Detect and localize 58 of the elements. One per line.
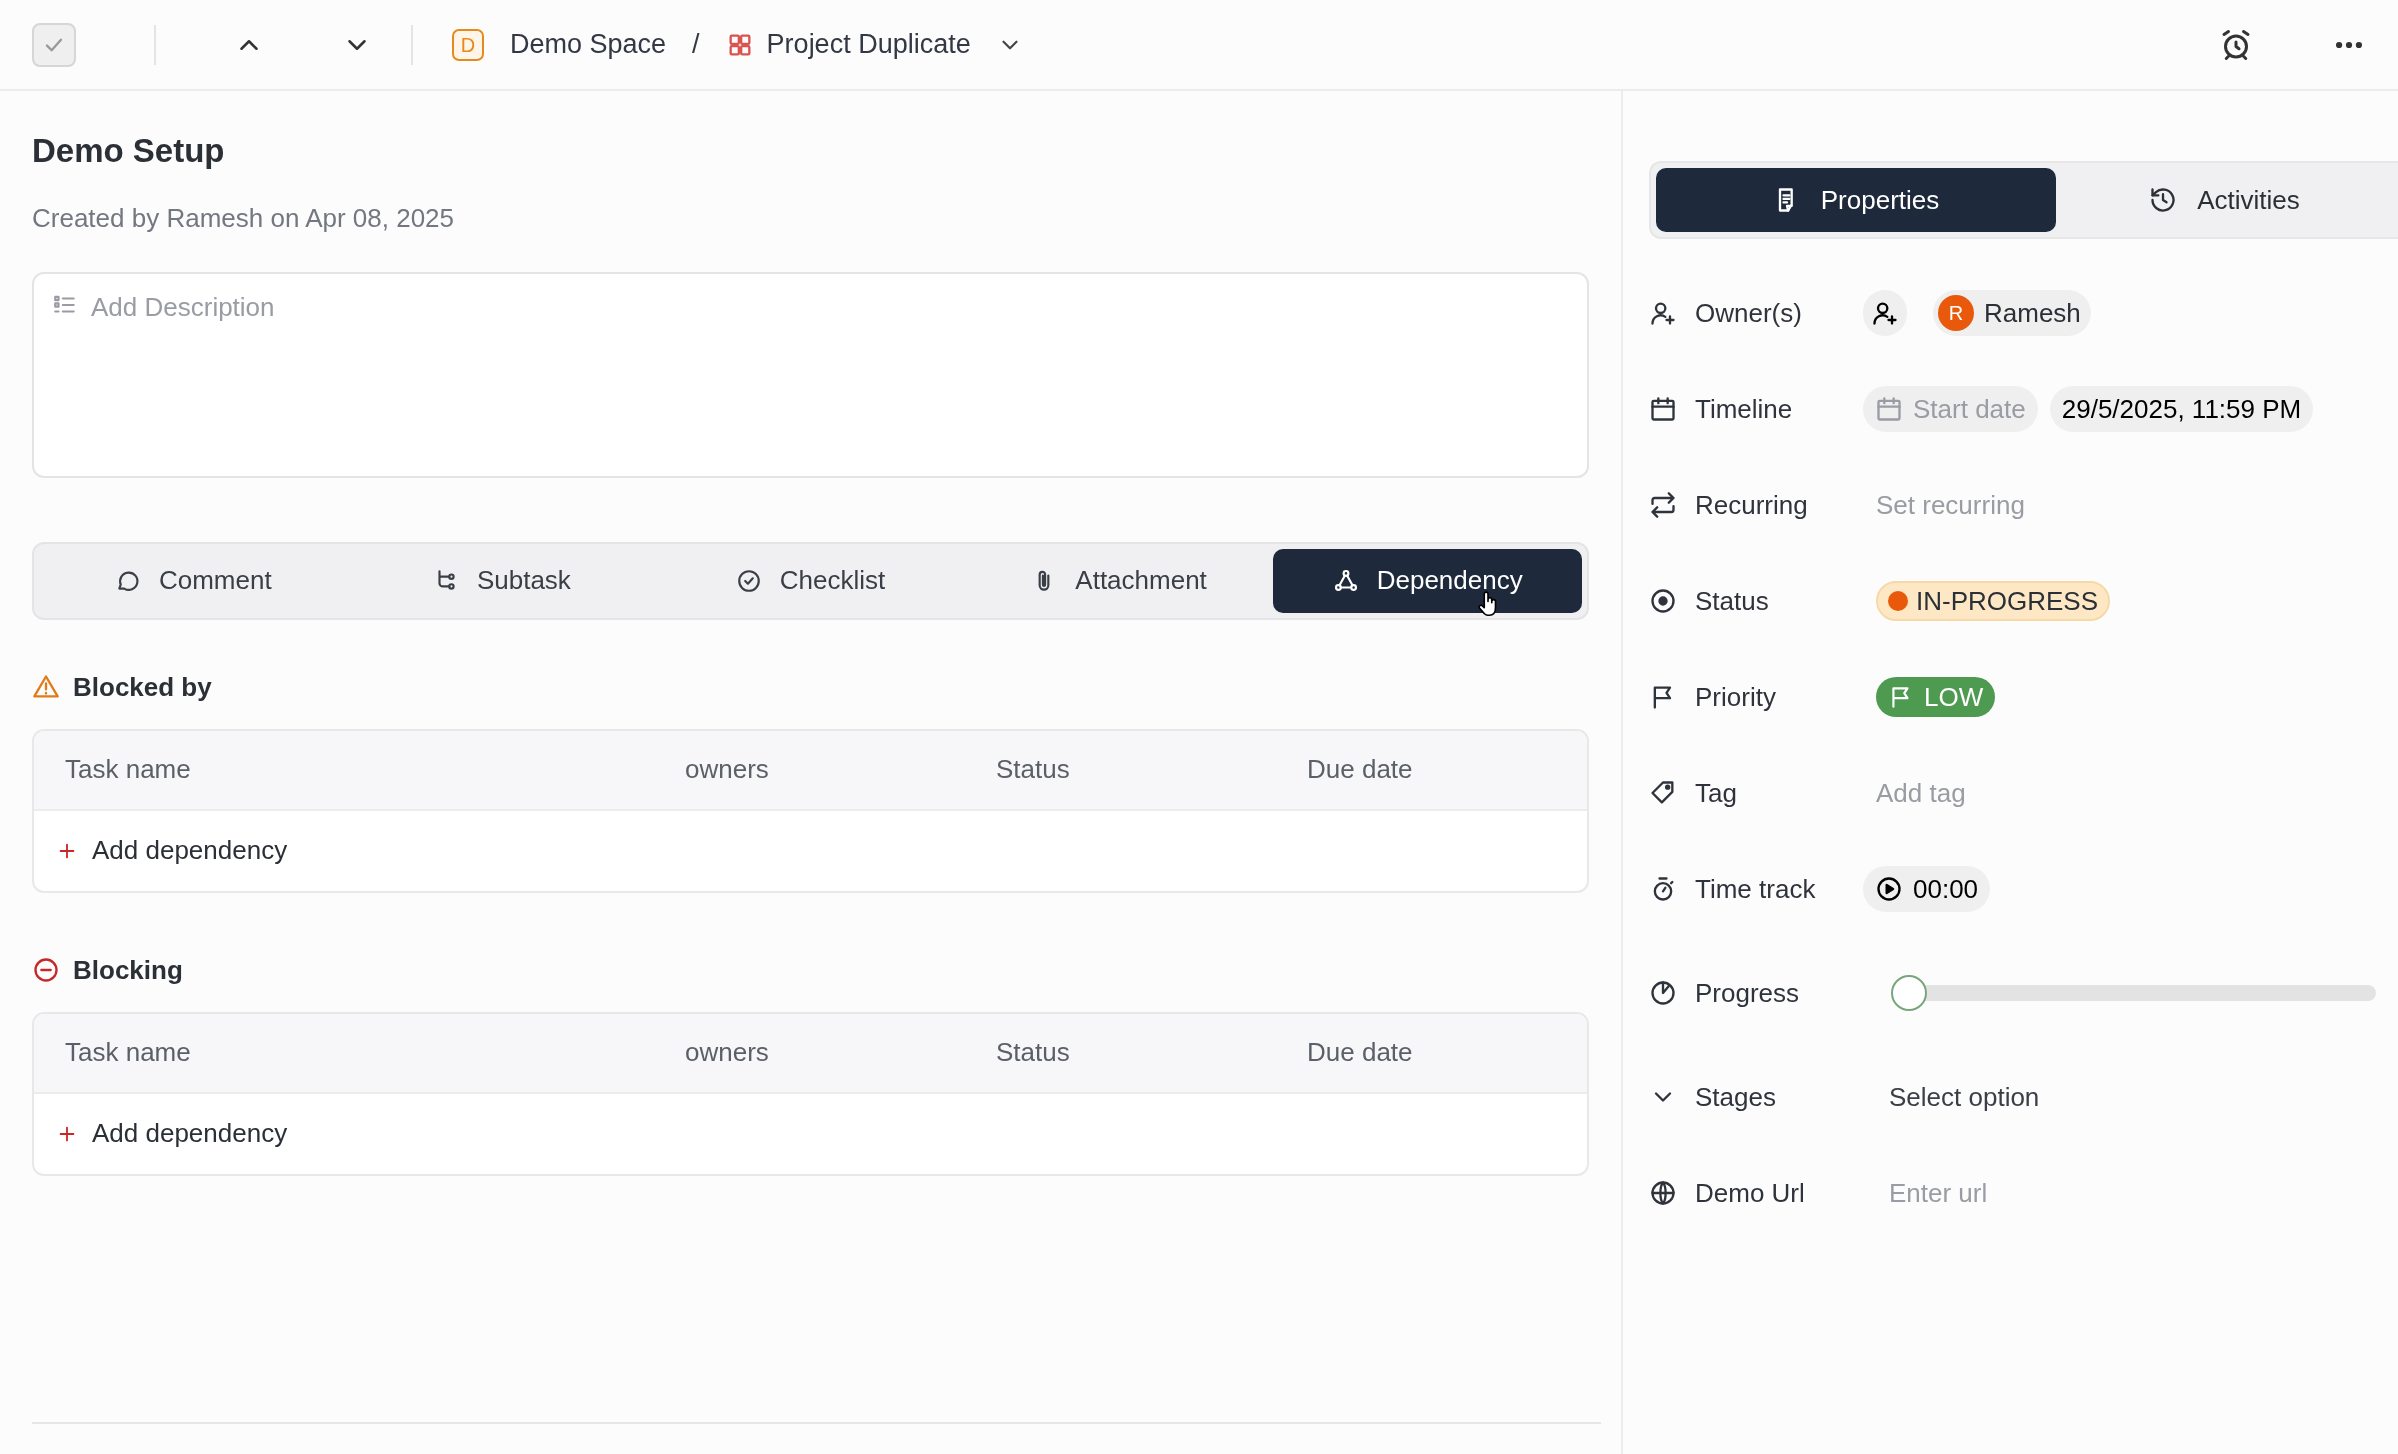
url-field[interactable]: Enter url [1889,1173,2224,1213]
property-label: Time track [1695,872,1816,906]
minus-circle-icon [32,956,60,985]
tab[interactable]: Comment [39,548,348,613]
created-info: Created by Ramesh on Apr 08, 2025 [32,201,456,235]
property-label: Demo Url [1695,1176,1805,1210]
owner-name: Ramesh [1984,296,2081,330]
column-header: Task name [65,1036,192,1070]
panel-tab[interactable]: Activities [2056,168,2393,232]
network-icon [1332,567,1359,594]
repeat-icon [1649,491,1677,519]
column-header: Due date [1307,753,1414,787]
add-owner-button[interactable] [1863,290,1907,336]
add-dependency-button[interactable]: Add dependency [50,1113,294,1155]
section-title: Blocking [73,953,183,987]
property-label: Priority [1695,680,1776,714]
play-icon [1875,875,1903,903]
column-header: owners [685,753,770,787]
tab[interactable]: Subtask [347,548,657,613]
timer-button[interactable]: 00:00 [1863,866,1991,912]
space-badge: D [452,28,484,61]
column-header: Status [996,1036,1071,1070]
history-icon [2149,186,2178,214]
column-header: owners [685,1036,770,1070]
breadcrumb-separator: / [692,28,700,62]
column-header: Status [996,753,1071,787]
property-label: Recurring [1695,488,1808,522]
property-label: Timeline [1695,392,1793,426]
avatar: R [1938,295,1974,331]
add-dependency-button[interactable]: Add dependency [50,830,294,872]
end-date-field[interactable]: 29/5/2025, 11:59 PM [2049,386,2314,432]
task-checkbox[interactable] [32,22,76,67]
tab[interactable]: Dependency [1273,548,1582,613]
breadcrumb-link[interactable]: Project Duplicate [766,24,971,65]
panel-tab[interactable]: Properties [1656,168,2056,232]
calendar-icon [1649,395,1677,423]
tab[interactable]: Attachment [964,548,1274,613]
breadcrumb-link[interactable]: Demo Space [510,24,667,65]
property-label: Owner(s) [1695,296,1802,330]
slider-thumb[interactable] [1891,975,1927,1011]
section-title: Blocked by [73,670,212,704]
calendar-icon [1875,395,1903,423]
pie-icon [1649,979,1677,1007]
status-badge[interactable]: IN-PROGRESS [1876,581,2111,621]
property-label: Status [1695,584,1769,618]
description-field[interactable]: Add Description [91,287,1569,327]
property-label: Tag [1695,776,1737,810]
column-header: Task name [65,753,192,787]
task-title: Demo Setup [32,131,226,171]
globe-icon [1649,1179,1677,1207]
stage-select[interactable]: Select option [1889,1077,2040,1117]
owner-chip[interactable]: R Ramesh [1933,290,2091,336]
column-header: Due date [1307,1036,1414,1070]
property-label: Progress [1695,976,1800,1010]
target-icon [1649,587,1677,615]
check-circle-icon [735,567,762,594]
property-label: Stages [1695,1080,1776,1114]
tab[interactable]: Checklist [656,548,965,613]
